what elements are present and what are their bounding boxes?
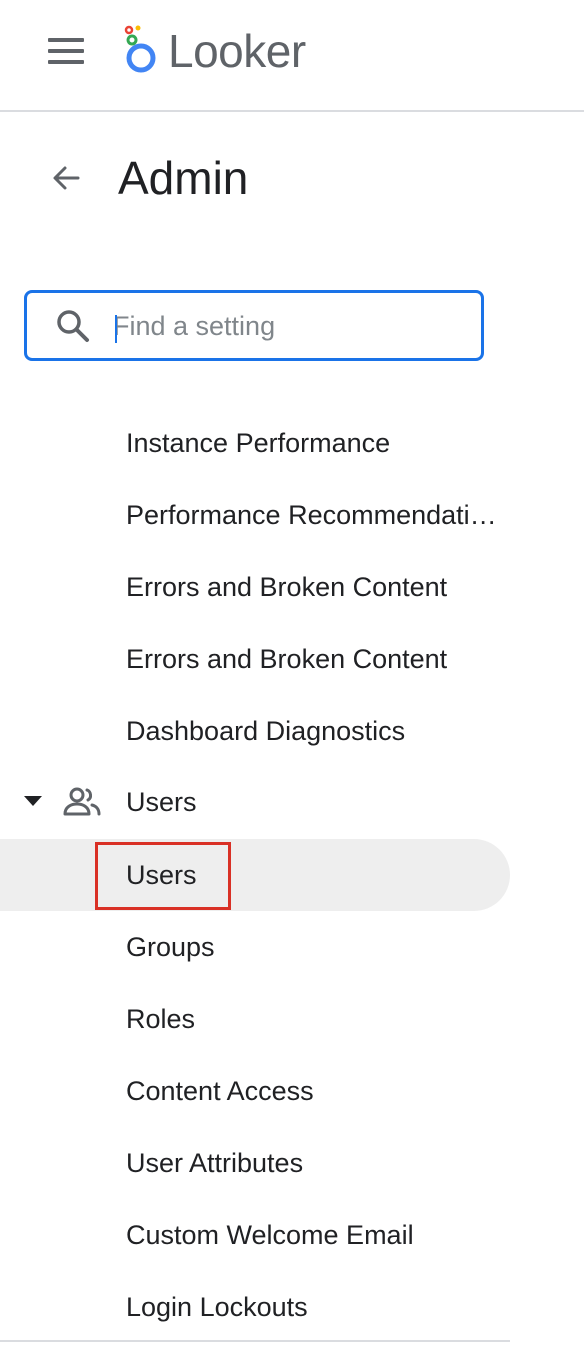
nav-item-instance-performance[interactable]: Instance Performance	[126, 407, 506, 479]
nav-item-login-lockouts[interactable]: Login Lockouts	[126, 1271, 506, 1343]
nav-item-errors-broken-content[interactable]: Errors and Broken Content	[126, 551, 506, 623]
page-title: Admin	[118, 152, 249, 204]
nav-item-dashboard-diagnostics[interactable]: Dashboard Diagnostics	[126, 695, 506, 767]
search-field[interactable]	[24, 290, 484, 361]
top-bar: Looker	[0, 0, 584, 112]
back-arrow-icon[interactable]	[46, 158, 86, 198]
search-icon	[57, 310, 89, 342]
people-icon	[63, 787, 101, 816]
nav-item-user-attributes[interactable]: User Attributes	[126, 1127, 506, 1199]
nav-item-custom-welcome-email[interactable]: Custom Welcome Email	[126, 1199, 506, 1271]
brand-name: Looker	[168, 25, 306, 77]
nav-item-content-access[interactable]: Content Access	[126, 1055, 506, 1127]
highlight-annotation	[95, 842, 231, 910]
nav-item-errors-broken-content-2[interactable]: Errors and Broken Content	[126, 623, 506, 695]
divider	[0, 1340, 510, 1342]
looker-logo-icon	[124, 25, 156, 73]
users-group-header[interactable]: Users	[0, 766, 510, 838]
nav-item-roles[interactable]: Roles	[126, 983, 506, 1055]
caret-down-icon	[24, 796, 42, 806]
nav-item-groups[interactable]: Groups	[126, 911, 506, 983]
search-input[interactable]	[113, 303, 453, 349]
menu-icon[interactable]	[44, 34, 88, 68]
nav-item-performance-recommendations[interactable]: Performance Recommendati…	[126, 479, 506, 551]
users-group-label: Users	[126, 787, 197, 817]
text-cursor	[115, 315, 117, 343]
